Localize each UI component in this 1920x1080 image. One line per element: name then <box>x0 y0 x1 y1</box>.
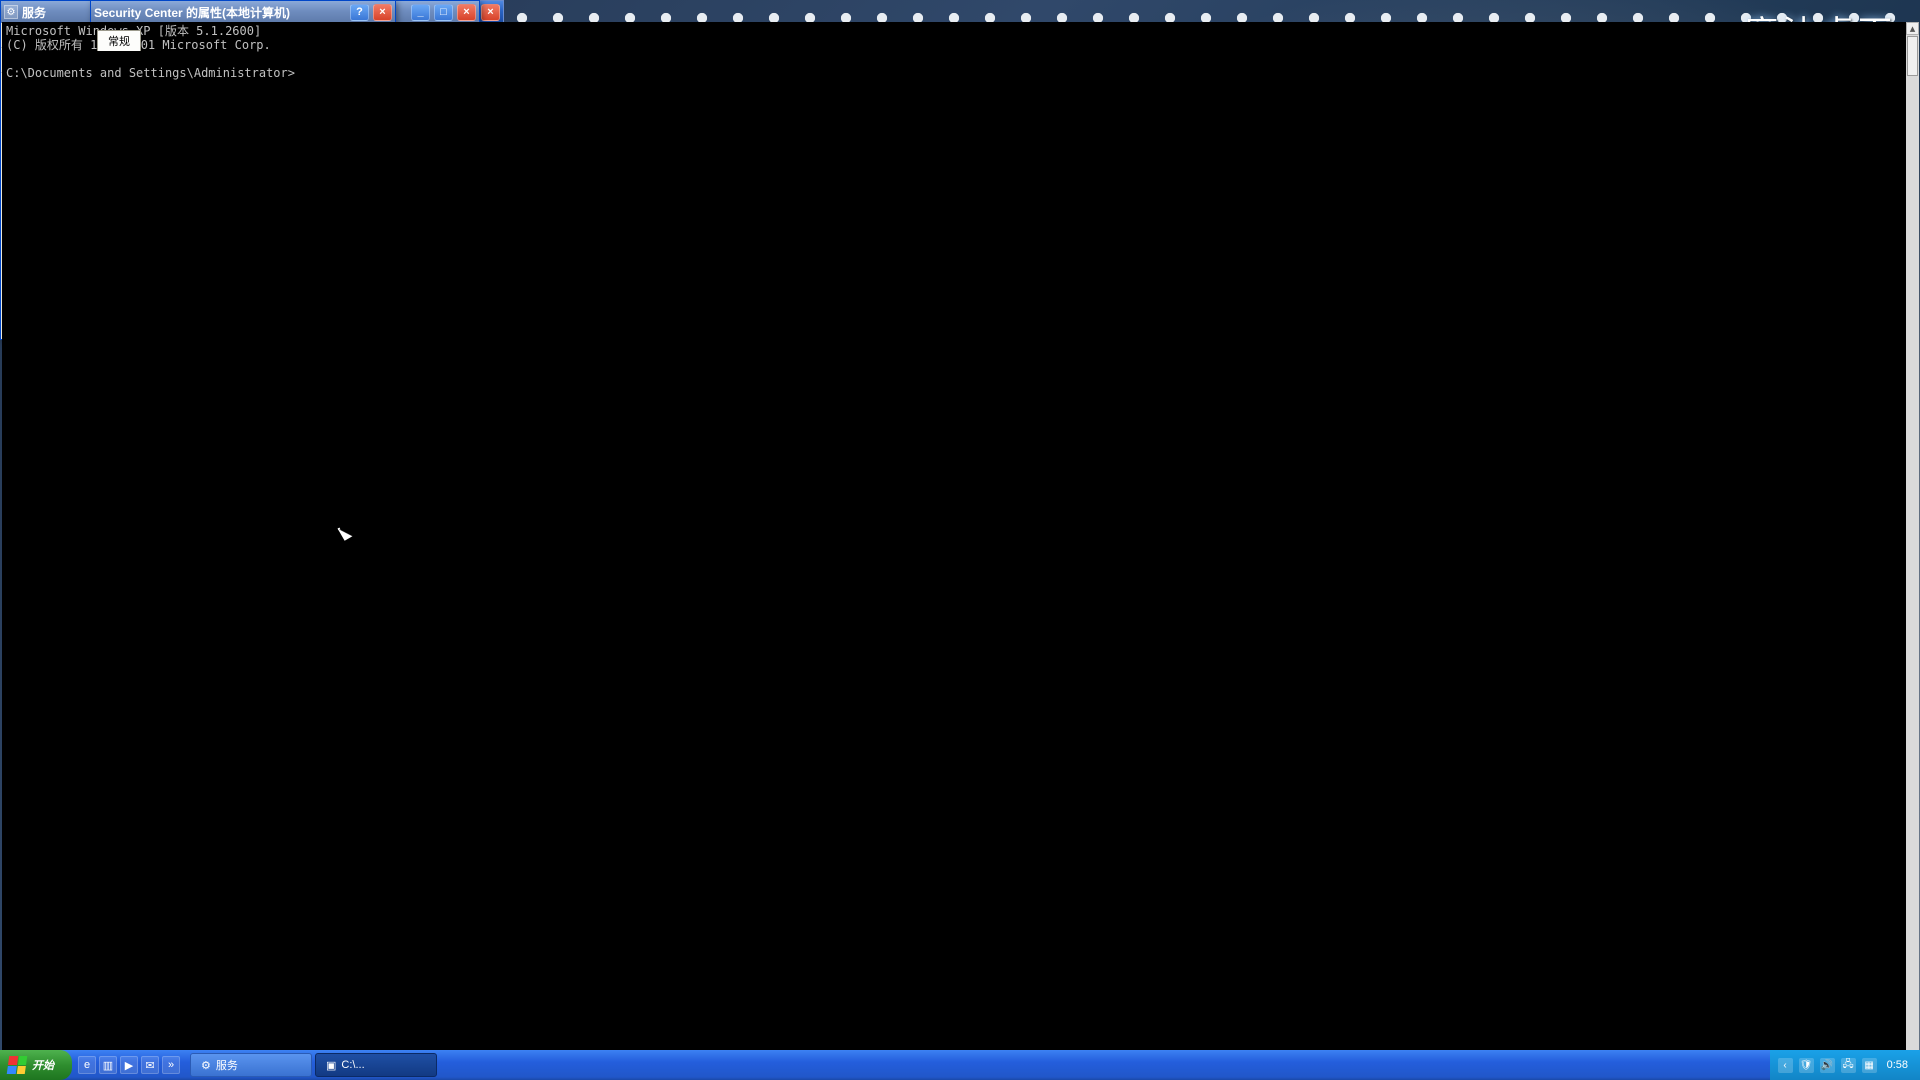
task-label: 服务 <box>216 1057 238 1073</box>
ql-ie-icon[interactable]: e <box>78 1056 96 1074</box>
scroll-up-icon[interactable]: ▴ <box>1906 22 1919 35</box>
ql-messenger-icon[interactable]: ✉ <box>141 1056 159 1074</box>
properties-titlebar[interactable]: Security Center 的属性(本地计算机) ? × <box>91 1 395 23</box>
tray-clock[interactable]: 0:58 <box>1883 1059 1912 1071</box>
task-label: C:\... <box>341 1059 364 1071</box>
tray-network-icon[interactable]: 🖧 <box>1841 1058 1856 1073</box>
taskbar-task[interactable]: ⚙ 服务 <box>190 1053 312 1077</box>
close-button[interactable]: × <box>457 4 476 21</box>
taskbar-tasks: ⚙ 服务 ▣ C:\... <box>186 1050 441 1080</box>
task-icon: ▣ <box>326 1059 336 1072</box>
taskbar: 开始 e ▥ ▶ ✉ » ⚙ 服务 ▣ C:\... ‹ 🛡 🔊 🖧 ▦ 0:58 <box>0 1050 1920 1080</box>
scroll-thumb[interactable] <box>1907 36 1918 76</box>
ql-show-desktop-icon[interactable]: ▥ <box>99 1056 117 1074</box>
maximize-button[interactable]: □ <box>434 4 453 21</box>
close-button[interactable]: × <box>481 4 500 21</box>
desktop[interactable]: 魔法桌面 www.ommoo.com main.batmain.infbagin… <box>0 0 1920 1080</box>
cmd-window[interactable]: ▣ C:\WINDOWS\system32\cmd.exe _ □ × Micr… <box>0 0 504 328</box>
cmd-terminal[interactable]: Microsoft Windows XP [版本 5.1.2600] (C) 版… <box>2 22 1906 1078</box>
tray-volume-icon[interactable]: 🔊 <box>1820 1058 1835 1073</box>
start-button[interactable]: 开始 <box>0 1050 72 1080</box>
taskbar-task[interactable]: ▣ C:\... <box>315 1053 437 1077</box>
windows-logo-icon <box>7 1056 28 1074</box>
quick-launch: e ▥ ▶ ✉ » <box>72 1050 186 1080</box>
ql-media-icon[interactable]: ▶ <box>120 1056 138 1074</box>
services-icon: ⚙ <box>4 5 18 19</box>
tray-lang-icon[interactable]: ▦ <box>1862 1058 1877 1073</box>
close-button[interactable]: × <box>373 4 392 21</box>
tab-general[interactable]: 常规 <box>97 30 141 51</box>
ql-more-icon[interactable]: » <box>162 1056 180 1074</box>
help-button[interactable]: ? <box>350 4 369 21</box>
start-label: 开始 <box>32 1057 54 1073</box>
cmd-scrollbar[interactable]: ▴ ▾ <box>1906 22 1919 1079</box>
tray-shield-icon[interactable]: 🛡 <box>1799 1058 1814 1073</box>
task-icon: ⚙ <box>201 1059 211 1072</box>
minimize-button[interactable]: _ <box>411 4 430 21</box>
tray-expand-icon[interactable]: ‹ <box>1778 1058 1793 1073</box>
properties-title: Security Center 的属性(本地计算机) <box>94 4 346 21</box>
system-tray: ‹ 🛡 🔊 🖧 ▦ 0:58 <box>1770 1050 1920 1080</box>
